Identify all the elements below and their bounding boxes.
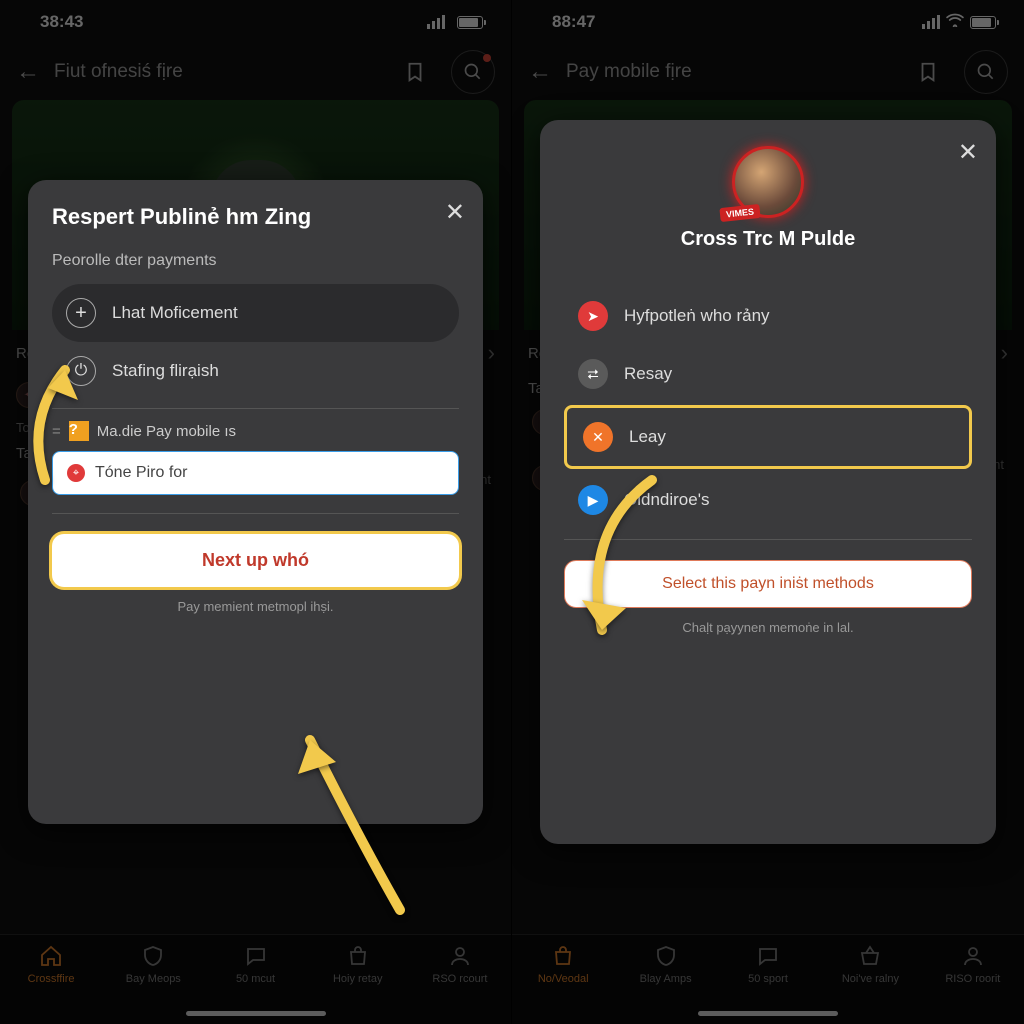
left-screenshot: 38:43 ← Fiut ofnesiś fịre Re › ✦ To Ta ✦… <box>0 0 512 1024</box>
search-input[interactable]: ⌖ Tóne Piro for <box>52 451 459 495</box>
avatar: VIMES <box>732 146 804 218</box>
arrow-icon: ➤ <box>578 301 608 331</box>
next-button[interactable]: Next up whó <box>52 534 459 587</box>
power-icon: ⏻ <box>66 356 96 386</box>
modal-subtitle: Peorolle dter payments <box>52 252 459 270</box>
question-icon: ? <box>69 421 89 441</box>
plus-icon: + <box>66 298 96 328</box>
avatar-ribbon: VIMES <box>719 204 760 222</box>
profile-modal: ✕ VIMES Cross Trc M Pulde ➤ Hyfpotleṅ wh… <box>540 120 996 844</box>
modal-title: Cross Trc M Pulde <box>564 228 972 251</box>
option-1[interactable]: ➤ Hyfpotleṅ who rảny <box>564 287 972 345</box>
modal-title: Respert Publinẻ hm Zing <box>52 204 459 230</box>
option-add[interactable]: + Lhat Moficement <box>52 284 459 342</box>
option-2[interactable]: ⮂ Resay <box>564 345 972 403</box>
highlighted-option: ✕ Leay <box>564 405 972 469</box>
field-label: = ? Ma.die Pay mobile ıs <box>52 421 459 441</box>
modal-footnote: Chaḷt pạyynen memoṅe in lal. <box>564 620 972 635</box>
right-screenshot: 88:47 ← Pay mobile fịre Ro › Ta ✦cyaerg … <box>512 0 1024 1024</box>
close-icon[interactable]: ✕ <box>958 138 978 167</box>
pin-icon: ⌖ <box>67 464 85 482</box>
select-button[interactable]: Select this payn iniṡt methods <box>564 560 972 608</box>
modal-footnote: Pay memient metmopl ihṣi. <box>52 599 459 614</box>
share-icon: ⮂ <box>578 359 608 389</box>
option-3[interactable]: ✕ Leay <box>569 410 967 464</box>
play-icon: ▶ <box>578 485 608 515</box>
close-icon[interactable]: ✕ <box>445 198 465 227</box>
option-power[interactable]: ⏻ Stafing flirạish <box>52 342 459 400</box>
option-4[interactable]: ▶ Oldndiroe's <box>564 471 972 529</box>
link-icon: ✕ <box>583 422 613 452</box>
payment-modal: ✕ Respert Publinẻ hm Zing Peorolle dter … <box>28 180 483 824</box>
